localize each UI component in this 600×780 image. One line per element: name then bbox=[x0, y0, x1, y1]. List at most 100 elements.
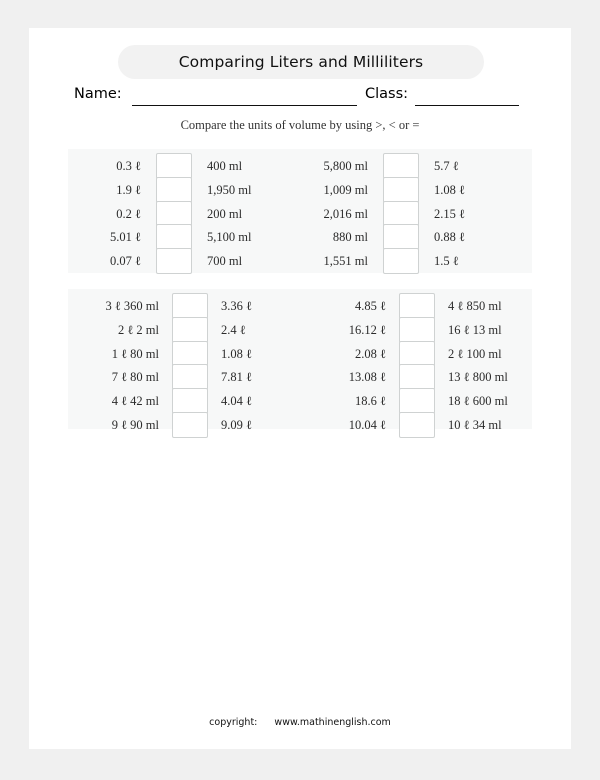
operand-left: 2.08 ℓ bbox=[355, 346, 386, 361]
operand-right: 13 ℓ 800 ml bbox=[448, 370, 508, 385]
operand-right: 3.36 ℓ bbox=[221, 299, 252, 313]
operand-left: 0.3 ℓ bbox=[116, 159, 141, 173]
footer: copyright: www.mathinenglish.com bbox=[29, 717, 571, 728]
operand-right: 1.5 ℓ bbox=[434, 254, 459, 269]
comparison-row: 0.3 ℓ 400 ml bbox=[85, 153, 295, 179]
comparison-row: 16.12 ℓ 16 ℓ 13 ml bbox=[312, 316, 522, 343]
operand-left: 880 ml bbox=[332, 230, 368, 245]
operand-left: 7 ℓ 80 ml bbox=[111, 370, 159, 385]
operand-left: 0.2 ℓ bbox=[116, 206, 141, 221]
comparison-answer-box[interactable] bbox=[156, 248, 192, 275]
comparison-row: 2,016 ml 2.15 ℓ bbox=[312, 200, 522, 227]
page-title: Comparing Liters and Milliliters bbox=[178, 53, 424, 71]
website-url: www.mathinenglish.com bbox=[274, 717, 391, 728]
operand-right: 9.09 ℓ bbox=[221, 418, 252, 432]
operand-left: 1,009 ml bbox=[323, 182, 368, 197]
operand-right: 18 ℓ 600 ml bbox=[448, 394, 508, 409]
operand-left: 1.9 ℓ bbox=[116, 182, 141, 197]
comparison-row: 2 ℓ 2 ml 2.4 ℓ bbox=[85, 316, 295, 343]
operand-right: 1.08 ℓ bbox=[221, 346, 252, 361]
copyright-label: copyright: bbox=[209, 717, 258, 728]
comparison-answer-box[interactable] bbox=[383, 153, 419, 179]
operand-right: 2.15 ℓ bbox=[434, 206, 465, 221]
comparison-row: 1,551 ml 1.5 ℓ bbox=[312, 248, 522, 275]
operand-right: 2.4 ℓ bbox=[221, 322, 246, 337]
comparison-row: 1.9 ℓ 1,950 ml bbox=[85, 176, 295, 203]
comparison-row: 1,009 ml 1.08 ℓ bbox=[312, 176, 522, 203]
operand-right: 7.81 ℓ bbox=[221, 370, 252, 385]
operand-right: 4 ℓ 850 ml bbox=[448, 299, 502, 313]
exercise-block-2: 3 ℓ 360 ml 3.36 ℓ 4.85 ℓ 4 ℓ 850 ml 2 ℓ 2 ml… bbox=[68, 289, 532, 438]
operand-right: 4.04 ℓ bbox=[221, 394, 252, 409]
class-label: Class: bbox=[365, 86, 409, 102]
operand-right: 2 ℓ 100 ml bbox=[448, 346, 502, 361]
comparison-row: 5,800 ml 5.7 ℓ bbox=[312, 153, 522, 179]
comparison-row: 2.08 ℓ 2 ℓ 100 ml bbox=[312, 340, 522, 367]
operand-left: 4 ℓ 42 ml bbox=[111, 394, 159, 409]
operand-left: 13.08 ℓ bbox=[348, 370, 386, 385]
comparison-row: 5.01 ℓ 5,100 ml bbox=[85, 224, 295, 251]
comparison-row: 3 ℓ 360 ml 3.36 ℓ bbox=[85, 293, 295, 319]
comparison-row: 18.6 ℓ 18 ℓ 600 ml bbox=[312, 388, 522, 415]
comparison-row: 13.08 ℓ 13 ℓ 800 ml bbox=[312, 364, 522, 391]
operand-left: 1,551 ml bbox=[323, 254, 368, 269]
operand-right: 10 ℓ 34 ml bbox=[448, 418, 502, 432]
operand-left: 2 ℓ 2 ml bbox=[117, 322, 159, 337]
comparison-row: 4.85 ℓ 4 ℓ 850 ml bbox=[312, 293, 522, 319]
comparison-answer-box[interactable] bbox=[172, 293, 208, 319]
operand-right: 700 ml bbox=[207, 254, 243, 269]
comparison-answer-box[interactable] bbox=[383, 248, 419, 275]
operand-left: 16.12 ℓ bbox=[348, 322, 386, 337]
comparison-answer-box[interactable] bbox=[156, 200, 192, 227]
comparison-row: 0.07 ℓ 700 ml bbox=[85, 248, 295, 275]
exercise-block-1-rows: 0.3 ℓ 400 ml 5,800 ml 5.7 ℓ 1.9 ℓ 1,950 ml 1,0… bbox=[68, 149, 532, 275]
comparison-answer-box[interactable] bbox=[383, 200, 419, 227]
comparison-answer-box[interactable] bbox=[399, 412, 435, 438]
operand-left: 18.6 ℓ bbox=[355, 394, 386, 409]
comparison-answer-box[interactable] bbox=[383, 176, 419, 203]
comparison-answer-box[interactable] bbox=[172, 364, 208, 391]
comparison-answer-box[interactable] bbox=[156, 224, 192, 251]
comparison-row: 10.04 ℓ 10 ℓ 34 ml bbox=[312, 412, 522, 438]
comparison-row: 880 ml 0.88 ℓ bbox=[312, 224, 522, 251]
comparison-answer-box[interactable] bbox=[156, 153, 192, 179]
operand-right: 400 ml bbox=[207, 159, 243, 173]
comparison-answer-box[interactable] bbox=[399, 340, 435, 367]
operand-right: 16 ℓ 13 ml bbox=[448, 322, 502, 337]
comparison-row: 1 ℓ 80 ml 1.08 ℓ bbox=[85, 340, 295, 367]
operand-right: 1.08 ℓ bbox=[434, 182, 465, 197]
operand-left: 9 ℓ 90 ml bbox=[111, 418, 159, 432]
operand-left: 2,016 ml bbox=[323, 206, 368, 221]
operand-left: 0.07 ℓ bbox=[110, 254, 141, 269]
comparison-answer-box[interactable] bbox=[399, 293, 435, 319]
operand-left: 10.04 ℓ bbox=[348, 418, 386, 432]
comparison-answer-box[interactable] bbox=[172, 316, 208, 343]
comparison-answer-box[interactable] bbox=[399, 364, 435, 391]
comparison-answer-box[interactable] bbox=[399, 316, 435, 343]
operand-left: 5.01 ℓ bbox=[110, 230, 141, 245]
comparison-row: 0.2 ℓ 200 ml bbox=[85, 200, 295, 227]
comparison-answer-box[interactable] bbox=[172, 388, 208, 415]
comparison-row: 4 ℓ 42 ml 4.04 ℓ bbox=[85, 388, 295, 415]
exercise-block-2-rows: 3 ℓ 360 ml 3.36 ℓ 4.85 ℓ 4 ℓ 850 ml 2 ℓ 2 ml… bbox=[68, 289, 532, 438]
operand-right: 1,950 ml bbox=[207, 182, 252, 197]
comparison-answer-box[interactable] bbox=[172, 412, 208, 438]
operand-left: 5,800 ml bbox=[323, 159, 368, 173]
operand-right: 5.7 ℓ bbox=[434, 159, 459, 173]
comparison-answer-box[interactable] bbox=[383, 224, 419, 251]
comparison-answer-box[interactable] bbox=[172, 340, 208, 367]
comparison-row: 7 ℓ 80 ml 7.81 ℓ bbox=[85, 364, 295, 391]
instruction-text: Compare the units of volume by using >, … bbox=[180, 118, 420, 132]
worksheet-page: Comparing Liters and Milliliters Name: C… bbox=[29, 28, 571, 749]
name-label: Name: bbox=[74, 86, 122, 102]
operand-left: 4.85 ℓ bbox=[355, 299, 386, 313]
comparison-answer-box[interactable] bbox=[156, 176, 192, 203]
worksheet-title-banner: Comparing Liters and Milliliters bbox=[118, 45, 484, 79]
exercise-block-1: 0.3 ℓ 400 ml 5,800 ml 5.7 ℓ 1.9 ℓ 1,950 ml 1,0… bbox=[68, 149, 532, 275]
comparison-answer-box[interactable] bbox=[399, 388, 435, 415]
operand-right: 0.88 ℓ bbox=[434, 230, 465, 245]
name-class-row: Name: Class: bbox=[29, 86, 571, 110]
class-write-line[interactable] bbox=[415, 105, 519, 106]
operand-right: 5,100 ml bbox=[207, 230, 252, 245]
name-write-line[interactable] bbox=[132, 105, 357, 106]
